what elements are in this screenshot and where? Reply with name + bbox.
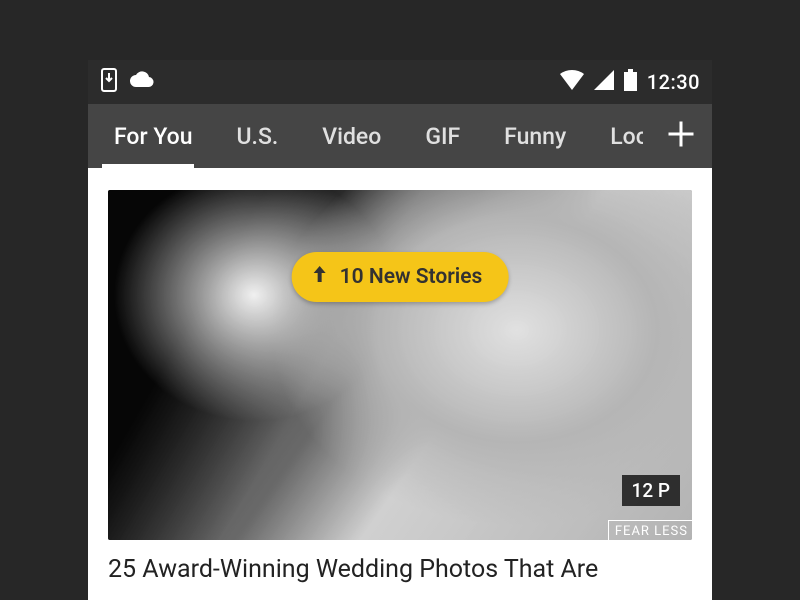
photo-count-badge: 12 P <box>622 475 680 506</box>
tab-local[interactable]: Loc <box>588 104 643 168</box>
new-stories-label: 10 New Stories <box>340 265 483 289</box>
category-tab-bar: For You U.S. Video GIF Funny Loc <box>88 104 712 168</box>
tab-for-you[interactable]: For You <box>92 104 215 168</box>
status-bar: 12:30 <box>88 60 712 104</box>
clock-text: 12:30 <box>647 70 700 94</box>
tab-video[interactable]: Video <box>300 104 403 168</box>
cloud-icon <box>128 70 156 94</box>
tab-gif[interactable]: GIF <box>403 104 482 168</box>
new-stories-pill[interactable]: 10 New Stories <box>292 252 509 302</box>
plus-icon <box>668 121 694 151</box>
feed-content: 10 New Stories 12 P FEAR LESS 25 Award-W… <box>88 168 712 585</box>
battery-icon <box>624 69 637 96</box>
phone-frame: 12:30 For You U.S. Video GIF Funny Loc 1… <box>88 60 712 600</box>
hero-photo <box>108 190 692 540</box>
cell-signal-icon <box>594 70 614 95</box>
download-icon <box>100 68 118 97</box>
wifi-icon <box>560 70 584 95</box>
tab-funny[interactable]: Funny <box>482 104 588 168</box>
photo-watermark: FEAR LESS <box>608 520 692 540</box>
add-category-button[interactable] <box>654 121 712 151</box>
article-hero-image[interactable]: 10 New Stories 12 P FEAR LESS <box>108 190 692 540</box>
arrow-up-icon <box>312 264 328 290</box>
article-headline[interactable]: 25 Award-Winning Wedding Photos That Are <box>108 554 692 585</box>
tab-us[interactable]: U.S. <box>215 104 301 168</box>
